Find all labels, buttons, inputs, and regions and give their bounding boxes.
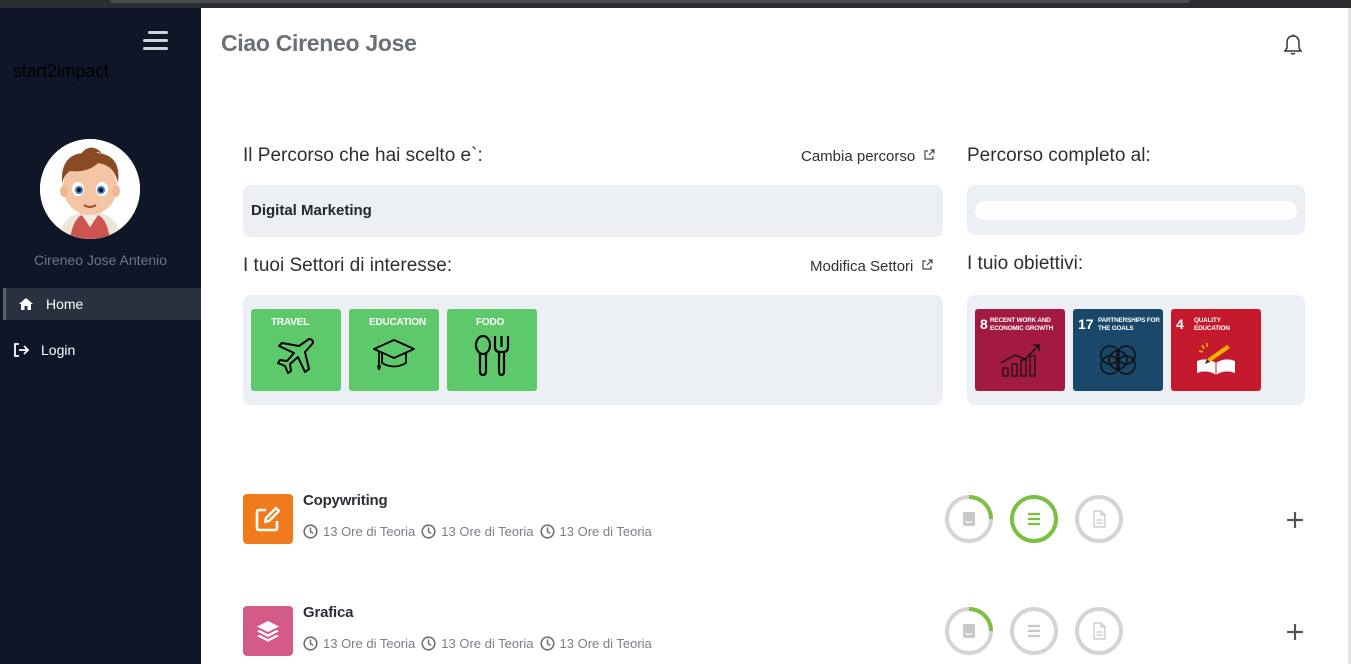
- layers-icon: [257, 621, 279, 642]
- login-icon: [13, 343, 33, 357]
- document-icon: [1093, 510, 1106, 528]
- course-icon-copywriting[interactable]: [243, 494, 293, 544]
- clock-icon: [421, 524, 436, 539]
- course-meta-item: 13 Ore di Teoria: [303, 524, 415, 539]
- course-title[interactable]: Copywriting: [303, 492, 388, 509]
- course-meta: 13 Ore di Teoria 13 Ore di Teoria 13 Ore…: [303, 524, 658, 539]
- sidebar: start2impact Cireneo Jose Antenio Home L…: [0, 8, 201, 664]
- hamburger-menu-icon[interactable]: [143, 31, 168, 51]
- clock-icon: [539, 524, 555, 539]
- sector-tile-food[interactable]: FODO: [447, 309, 537, 391]
- course-meta: 13 Ore di Teoria 13 Ore di Teoria 13 Ore…: [303, 636, 658, 651]
- path-section-title: Il Percorso che hai scelto e`:: [243, 145, 483, 166]
- airplane-icon: [277, 338, 314, 374]
- project-progress-ring[interactable]: [1074, 494, 1124, 544]
- clock-icon: [539, 636, 555, 651]
- external-link-icon: [923, 148, 935, 165]
- goal-number: 4: [1176, 316, 1184, 332]
- avatar: [40, 139, 140, 239]
- sector-label: TRAVEL: [271, 317, 310, 328]
- sector-label: EDUCATION: [369, 317, 426, 328]
- sector-label: FODO: [476, 317, 505, 328]
- theory-progress-ring[interactable]: [944, 494, 994, 544]
- brand-logo: start2impact: [13, 61, 109, 81]
- goal-text: RECENT WORK AND ECONOMIC GROWTH: [990, 317, 1054, 332]
- change-path-link[interactable]: Cambia percorso: [801, 148, 935, 165]
- book-pencil-icon: [1197, 343, 1235, 375]
- interests-panel: [243, 295, 943, 405]
- edit-icon: [255, 506, 281, 532]
- clock-icon: [303, 524, 318, 539]
- lessons-progress-ring[interactable]: [1009, 494, 1059, 544]
- user-name: Cireneo Jose Antenio: [33, 252, 168, 268]
- sidebar-item-label: Home: [46, 296, 84, 312]
- sidebar-item-label: Login: [41, 342, 76, 358]
- browser-address-bar: [110, 0, 1190, 3]
- chosen-path-value: Digital Marketing: [251, 202, 372, 219]
- list-icon: [1028, 512, 1040, 526]
- goal-tile-4[interactable]: 4 QUALITY EDUCATION: [1171, 309, 1261, 391]
- edit-sectors-link[interactable]: Modifica Settori: [810, 258, 933, 275]
- goal-tile-17[interactable]: 17 PARTNERSHIPS FOR THE GOALS: [1073, 309, 1163, 391]
- goal-tile-8[interactable]: 8 RECENT WORK AND ECONOMIC GROWTH: [975, 309, 1065, 391]
- graduation-cap-icon: [373, 339, 415, 370]
- edit-sectors-label: Modifica Settori: [810, 258, 914, 275]
- external-link-icon: [921, 258, 933, 275]
- sector-tile-education[interactable]: EDUCATION: [349, 309, 439, 391]
- course-meta-item: 13 Ore di Teoria: [539, 636, 652, 651]
- goal-number: 8: [980, 316, 988, 332]
- clock-icon: [303, 636, 318, 651]
- book-icon: [963, 624, 975, 638]
- fork-spoon-icon: [474, 334, 510, 377]
- project-progress-ring[interactable]: [1074, 606, 1124, 656]
- list-icon: [1028, 624, 1040, 638]
- change-path-label: Cambia percorso: [801, 148, 916, 165]
- bell-icon[interactable]: [1283, 34, 1303, 56]
- sidebar-item-login[interactable]: Login: [3, 334, 201, 366]
- partnership-rings-icon: [1100, 345, 1136, 375]
- lessons-progress-ring[interactable]: [1009, 606, 1059, 656]
- interests-section-title: I tuoi Settori di interesse:: [243, 255, 453, 276]
- goal-text: PARTNERSHIPS FOR THE GOALS: [1098, 317, 1160, 332]
- document-icon: [1093, 622, 1106, 640]
- book-icon: [963, 512, 975, 526]
- expand-course-button[interactable]: [1285, 622, 1305, 642]
- goal-number: 17: [1078, 316, 1094, 332]
- browser-top-strip: [0, 0, 1351, 8]
- goals-section-title: I tuio obiettivi:: [967, 253, 1084, 274]
- sector-tile-travel[interactable]: TRAVEL: [251, 309, 341, 391]
- course-meta-item: 13 Ore di Teoria: [421, 636, 534, 651]
- page-title: Ciao Cireneo Jose: [221, 30, 417, 56]
- growth-chart-icon: [1000, 344, 1040, 377]
- clock-icon: [421, 636, 436, 651]
- course-meta-item: 13 Ore di Teoria: [539, 524, 652, 539]
- course-title[interactable]: Grafica: [303, 604, 353, 621]
- course-meta-item: 13 Ore di Teoria: [421, 524, 534, 539]
- theory-progress-ring[interactable]: [944, 606, 994, 656]
- path-progress-bar: [975, 201, 1297, 220]
- goal-text: QUALITY EDUCATION: [1194, 317, 1230, 332]
- sidebar-item-home[interactable]: Home: [3, 288, 201, 320]
- course-icon-grafica[interactable]: [243, 606, 293, 656]
- expand-course-button[interactable]: [1285, 510, 1305, 530]
- course-meta-item: 13 Ore di Teoria: [303, 636, 415, 651]
- progress-section-title: Percorso completo al:: [967, 145, 1151, 166]
- home-icon: [18, 297, 38, 311]
